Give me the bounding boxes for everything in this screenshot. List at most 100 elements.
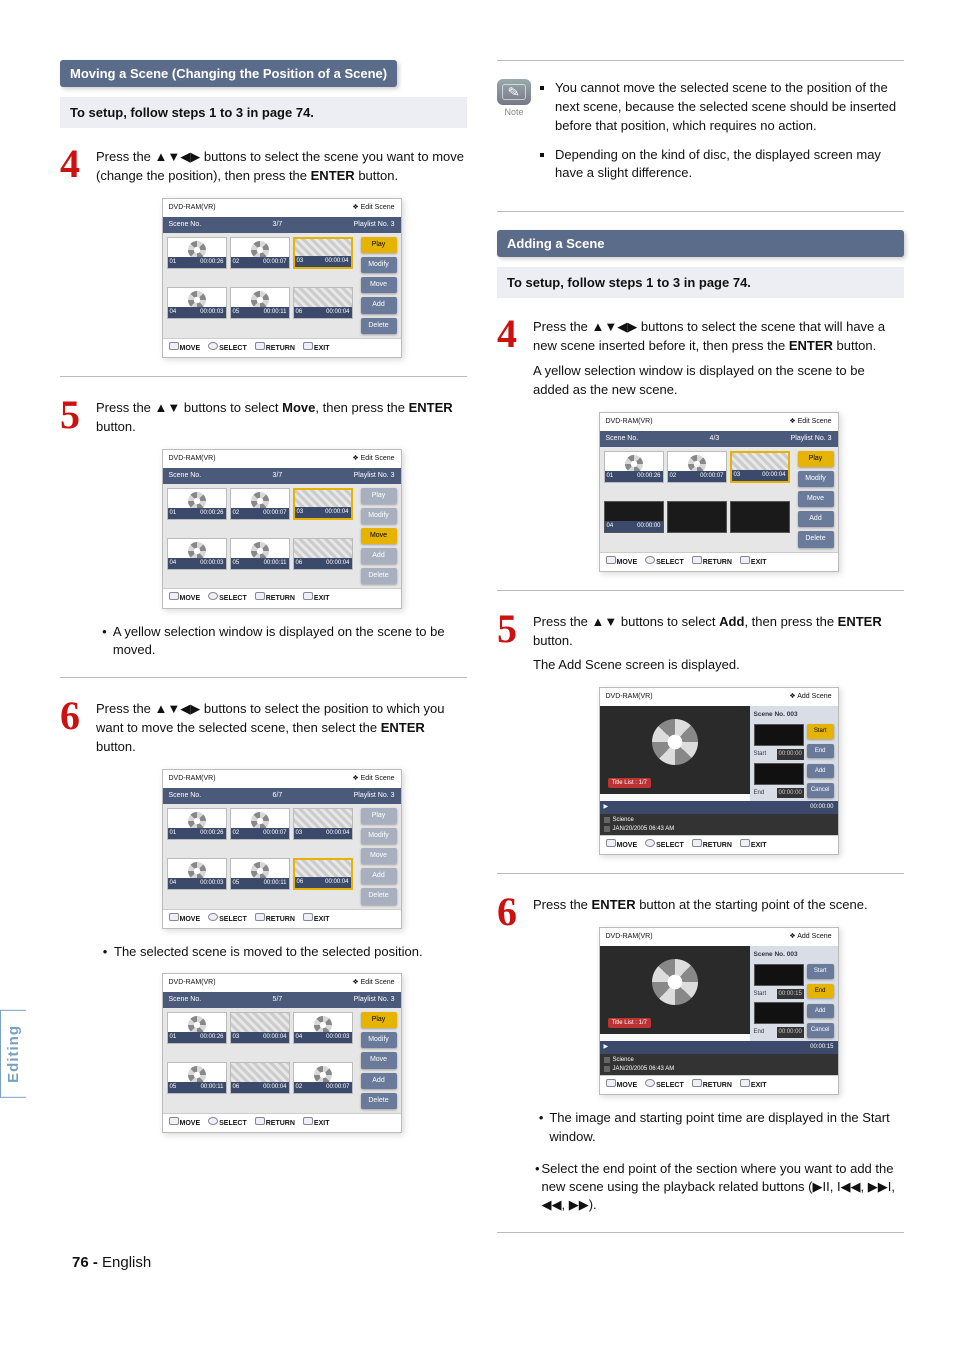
scene-thumbnail[interactable]: 0400:00:00 [604,501,664,533]
action-add[interactable]: Add [361,1073,397,1089]
scene-thumbnail[interactable]: 0400:00:03 [167,858,227,890]
footer-key[interactable]: MOVE [169,342,201,354]
action-modify[interactable]: Modify [361,508,397,524]
scene-thumbnail[interactable]: 0500:00:11 [167,1062,227,1094]
action-add[interactable]: Add [361,297,397,313]
scene-thumbnail[interactable]: 0100:00:26 [167,237,227,269]
scene-thumbnail[interactable]: 0200:00:07 [230,237,290,269]
scene-thumbnail[interactable]: 0600:00:04 [230,1062,290,1094]
scene-thumbnail[interactable]: 0200:00:07 [293,1062,353,1094]
footer-key[interactable]: SELECT [208,1117,247,1129]
footer-key[interactable]: MOVE [169,1117,201,1129]
scene-thumbnail[interactable]: 0400:00:03 [167,287,227,319]
footer-key[interactable]: SELECT [208,913,247,925]
footer-key[interactable]: SELECT [645,556,684,568]
footer-key[interactable]: SELECT [208,342,247,354]
action-cancel[interactable]: Cancel [807,1023,834,1038]
footer-key[interactable]: RETURN [692,1079,732,1091]
footer-key[interactable]: SELECT [208,592,247,604]
footer-key[interactable]: EXIT [740,839,767,851]
scene-count: 6/7 [273,791,283,801]
scene-thumbnail[interactable]: 0500:00:11 [230,538,290,570]
footer-key[interactable]: EXIT [303,342,330,354]
footer-key[interactable]: SELECT [645,1079,684,1091]
end-time: 00:00:00 [777,1027,804,1038]
scene-thumbnail[interactable]: 0600:00:04 [293,287,353,319]
scene-thumbnail[interactable]: 0600:00:04 [293,538,353,570]
action-add[interactable]: Add [807,764,834,779]
action-move[interactable]: Move [798,491,834,507]
scene-thumbnail[interactable]: 0300:00:04 [293,237,353,269]
action-start[interactable]: Start [807,724,834,739]
scene-thumbnail[interactable] [730,501,790,533]
scene-thumbnail[interactable]: 0400:00:03 [293,1012,353,1044]
action-add[interactable]: Add [798,511,834,527]
action-add[interactable]: Add [361,548,397,564]
action-end[interactable]: End [807,984,834,999]
action-start[interactable]: Start [807,964,834,979]
bullet-icon: • [533,1109,549,1145]
action-modify[interactable]: Modify [361,257,397,273]
action-modify[interactable]: Modify [798,471,834,487]
action-play[interactable]: Play [361,237,397,253]
footer-key[interactable]: RETURN [255,342,295,354]
scene-thumbnail[interactable]: 0100:00:26 [167,1012,227,1044]
scene-thumbnail[interactable]: 0200:00:07 [667,451,727,483]
scene-thumbnail[interactable]: 0600:00:04 [293,858,353,890]
action-add[interactable]: Add [807,1004,834,1019]
scene-thumbnail[interactable]: 0100:00:26 [604,451,664,483]
footer-key[interactable]: MOVE [169,913,201,925]
action-cancel[interactable]: Cancel [807,783,834,798]
action-delete[interactable]: Delete [798,531,834,547]
footer-key[interactable]: EXIT [303,913,330,925]
action-move[interactable]: Move [361,277,397,293]
play-icon: ▶ [604,803,609,812]
action-play[interactable]: Play [798,451,834,467]
action-modify[interactable]: Modify [361,1032,397,1048]
scene-thumbnail[interactable]: 0300:00:04 [230,1012,290,1044]
scene-thumbnail[interactable]: 0100:00:26 [167,488,227,520]
action-delete[interactable]: Delete [361,888,397,904]
footer-key[interactable]: MOVE [606,1079,638,1091]
scene-thumbnail[interactable]: 0300:00:04 [293,488,353,520]
footer-key[interactable]: MOVE [169,592,201,604]
scene-thumbnail[interactable]: 0500:00:11 [230,858,290,890]
scene-thumbnail[interactable]: 0500:00:11 [230,287,290,319]
scene-thumbnail[interactable]: 0400:00:03 [167,538,227,570]
footer-key[interactable]: EXIT [303,592,330,604]
action-play[interactable]: Play [361,488,397,504]
action-end[interactable]: End [807,744,834,759]
action-play[interactable]: Play [361,808,397,824]
thumb-index: 03 [297,257,304,266]
add-label: Add [719,614,744,629]
action-modify[interactable]: Modify [361,828,397,844]
action-move[interactable]: Move [361,848,397,864]
footer-key[interactable]: SELECT [645,839,684,851]
footer-key[interactable]: RETURN [255,1117,295,1129]
footer-key[interactable]: RETURN [692,556,732,568]
scene-thumbnail[interactable]: 0200:00:07 [230,488,290,520]
action-delete[interactable]: Delete [361,568,397,584]
footer-key[interactable]: EXIT [303,1117,330,1129]
footer-key[interactable]: RETURN [692,839,732,851]
footer-key[interactable]: MOVE [606,556,638,568]
footer-key[interactable]: RETURN [255,913,295,925]
footer-key[interactable]: EXIT [740,556,767,568]
scene-thumbnail[interactable] [667,501,727,533]
bullet-icon: • [96,943,114,961]
footer-key[interactable]: EXIT [740,1079,767,1091]
end-label: End [754,1028,774,1037]
action-play[interactable]: Play [361,1012,397,1028]
action-delete[interactable]: Delete [361,1093,397,1109]
scene-thumbnail[interactable]: 0300:00:04 [293,808,353,840]
scene-thumbnail[interactable]: 0200:00:07 [230,808,290,840]
footer-key[interactable]: MOVE [606,839,638,851]
scene-thumbnail[interactable]: 0100:00:26 [167,808,227,840]
scene-thumbnail[interactable]: 0300:00:04 [730,451,790,483]
action-move[interactable]: Move [361,1052,397,1068]
action-move[interactable]: Move [361,528,397,544]
action-delete[interactable]: Delete [361,318,397,334]
key-icon [740,839,750,847]
action-add[interactable]: Add [361,868,397,884]
footer-key[interactable]: RETURN [255,592,295,604]
